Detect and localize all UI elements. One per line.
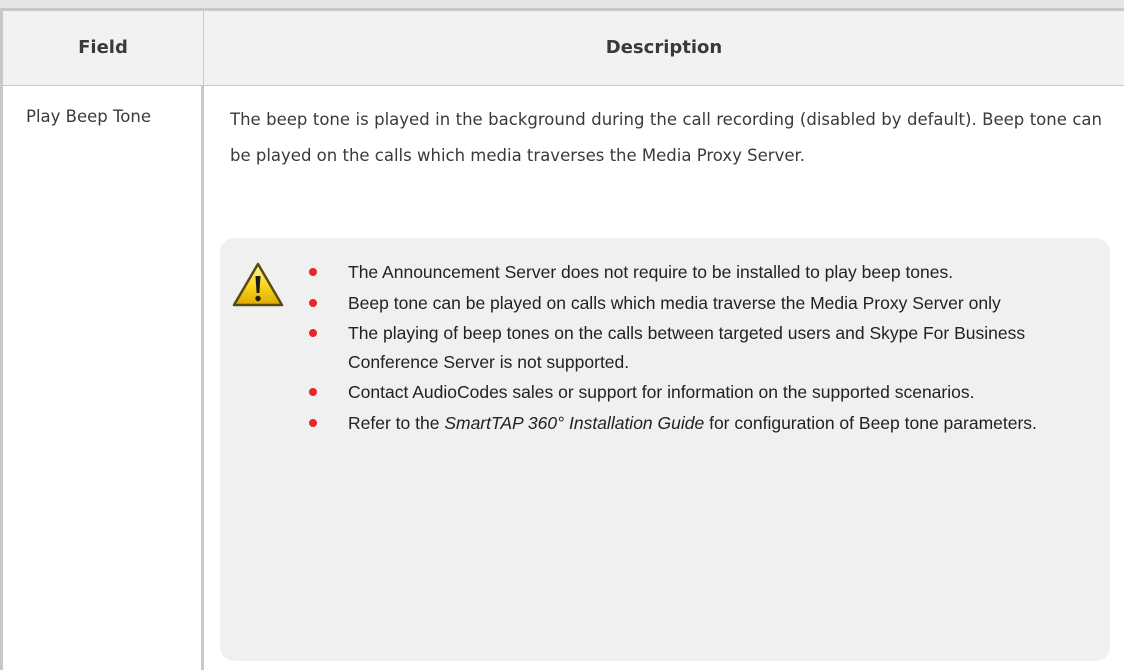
list-item: The Announcement Server does not require… [300, 258, 1090, 287]
note-item-text: The Announcement Server does not require… [348, 262, 954, 282]
header-bottom-rule [3, 85, 1124, 86]
header-description: Description [605, 37, 723, 58]
bullet-dot [309, 418, 317, 427]
bullet-dot [309, 388, 317, 396]
table-left-rule [0, 8, 3, 670]
column-divider [201, 86, 204, 670]
description-cell: The beep tone is played in the backgroun… [230, 110, 1102, 165]
bullet-dot [309, 268, 317, 276]
list-item: The playing of beep tones on the calls b… [300, 319, 1090, 376]
note-list: The Announcement Server does not require… [300, 258, 1090, 439]
list-item: Refer to the SmartTAP 360° Installation … [300, 409, 1090, 438]
bullet-dot [309, 329, 317, 337]
note-item-text: Beep tone can be played on calls which m… [348, 292, 1001, 313]
guide-title: SmartTAP 360° Installation Guide [444, 412, 705, 433]
bullet-dot [309, 298, 317, 307]
note-item-prefix: Refer to the [348, 412, 445, 433]
field-cell: Play Beep Tone [26, 107, 151, 126]
note-item-text: The playing of beep tones on the calls b… [348, 323, 1026, 372]
top-border [0, 0, 1124, 8]
list-item: Contact AudioCodes sales or support for … [300, 378, 1090, 407]
header-field: Field [78, 37, 128, 58]
warning-icon [232, 262, 284, 307]
note-item-text: Contact AudioCodes sales or support for … [348, 382, 975, 402]
note-item-suffix: for configuration of Beep tone parameter… [704, 412, 1037, 433]
list-item: Beep tone can be played on calls which m… [300, 289, 1090, 318]
